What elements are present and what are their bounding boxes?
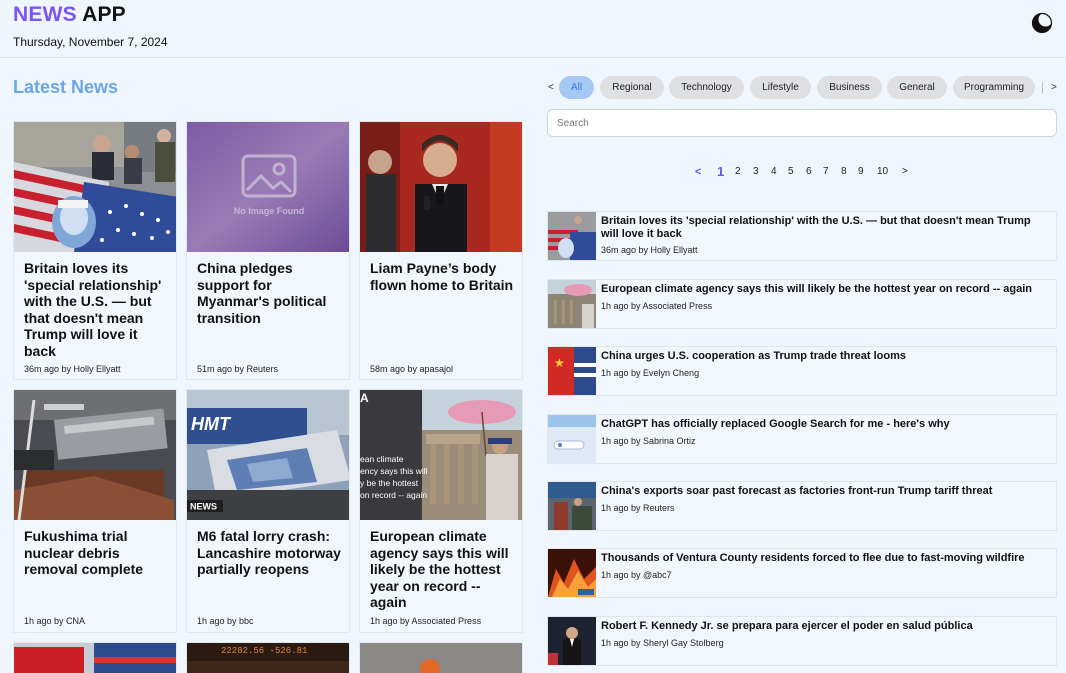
list-item-title[interactable]: European climate agency says this will l…: [601, 283, 1051, 296]
card-title[interactable]: M6 fatal lorry crash: Lancashire motorwa…: [197, 528, 343, 578]
page-6[interactable]: 6: [806, 166, 812, 177]
list-item[interactable]: ★ China urges U.S. cooperation as Trump …: [547, 346, 1057, 396]
news-card[interactable]: A ean climate ency says this will y be t…: [359, 389, 523, 633]
category-chip-programming[interactable]: Programming: [953, 76, 1035, 99]
news-badge: NEWS: [190, 502, 217, 512]
list-item-title[interactable]: ChatGPT has officially replaced Google S…: [601, 418, 1051, 431]
app-header: NEWS APP Thursday, November 7, 2024: [0, 0, 1066, 58]
list-thumbnail: [548, 212, 596, 260]
card-image: HMT NEWS: [187, 390, 349, 520]
app-logo[interactable]: NEWS APP: [13, 3, 126, 27]
list-item-meta: 1h ago by Associated Press: [601, 301, 713, 311]
no-image-label: No Image Found: [234, 206, 305, 216]
card-title[interactable]: Britain loves its 'special relationship'…: [24, 260, 170, 359]
search-input[interactable]: [547, 109, 1057, 137]
list-thumbnail: [548, 617, 596, 665]
list-item-meta: 1h ago by Sheryl Gay Stolberg: [601, 638, 724, 648]
category-chip-technology[interactable]: Technology: [669, 76, 744, 99]
overlay-caption-4: on record -- again: [360, 490, 427, 500]
card-title[interactable]: China pledges support for Myanmar's poli…: [197, 260, 343, 326]
card-meta: 1h ago by CNA: [24, 616, 86, 626]
card-meta: 1h ago by bbc: [197, 616, 254, 626]
overlay-caption-3: y be the hottest: [360, 478, 419, 488]
card-meta: 1h ago by Associated Press: [370, 616, 482, 626]
list-item-title[interactable]: Britain loves its 'special relationship'…: [601, 215, 1051, 240]
list-item-meta: 1h ago by Evelyn Cheng: [601, 368, 700, 378]
svg-text:A: A: [360, 391, 369, 405]
card-image: [14, 643, 176, 673]
category-chip-regional[interactable]: Regional: [600, 76, 664, 99]
category-chip-general[interactable]: General: [887, 76, 947, 99]
list-item[interactable]: Thousands of Ventura County residents fo…: [547, 548, 1057, 598]
card-image: A ean climate ency says this will y be t…: [360, 390, 522, 520]
list-item[interactable]: European climate agency says this will l…: [547, 279, 1057, 329]
card-title[interactable]: European climate agency says this will l…: [370, 528, 516, 611]
card-image: [14, 390, 176, 520]
card-image: [360, 643, 522, 673]
list-thumbnail: [548, 415, 596, 463]
page-2[interactable]: 2: [735, 166, 741, 177]
pagination-next[interactable]: >: [902, 166, 908, 177]
list-item-meta: 1h ago by Reuters: [601, 503, 675, 513]
latest-news-heading: Latest News: [13, 77, 119, 97]
brand-rest: APP: [82, 3, 126, 26]
card-image: [14, 122, 176, 252]
card-meta: 36m ago by Holly Ellyatt: [24, 364, 121, 374]
category-filter: < All Regional Technology Lifestyle Busi…: [546, 76, 1060, 100]
overlay-caption-2: ency says this will: [360, 466, 428, 476]
page-3[interactable]: 3: [753, 166, 759, 177]
list-item[interactable]: Britain loves its 'special relationship'…: [547, 211, 1057, 261]
list-item-meta: 1h ago by Sabrina Ortiz: [601, 436, 696, 446]
card-image: No Image Found: [187, 122, 349, 252]
news-card[interactable]: [13, 642, 177, 673]
list-item-title[interactable]: China's exports soar past forecast as fa…: [601, 485, 1051, 498]
category-prev-arrow[interactable]: <: [548, 82, 554, 93]
page-5[interactable]: 5: [788, 166, 794, 177]
page-10[interactable]: 10: [877, 166, 888, 177]
page-1[interactable]: 1: [717, 164, 724, 179]
page-7[interactable]: 7: [823, 166, 829, 177]
page-4[interactable]: 4: [771, 166, 777, 177]
list-item[interactable]: ChatGPT has officially replaced Google S…: [547, 414, 1057, 464]
list-item[interactable]: China's exports soar past forecast as fa…: [547, 481, 1057, 531]
news-card[interactable]: Fukushima trial nuclear debris removal c…: [13, 389, 177, 633]
svg-text:HMT: HMT: [191, 414, 232, 434]
current-date: Thursday, November 7, 2024: [13, 35, 168, 49]
card-image: [360, 122, 522, 252]
card-image: 22282.56 -526.81: [187, 643, 349, 673]
list-thumbnail: [548, 549, 596, 597]
card-meta: 51m ago by Reuters: [197, 364, 279, 374]
news-card[interactable]: HMT NEWS M6 fatal lorry crash: Lancashir…: [186, 389, 350, 633]
news-card[interactable]: [359, 642, 523, 673]
list-item-title[interactable]: China urges U.S. cooperation as Trump tr…: [601, 350, 1051, 363]
card-title[interactable]: Liam Payne’s body flown home to Britain: [370, 260, 516, 293]
ticker-text: 22282.56 -526.81: [221, 646, 307, 656]
page-8[interactable]: 8: [841, 166, 847, 177]
page-9[interactable]: 9: [858, 166, 864, 177]
list-item[interactable]: Robert F. Kennedy Jr. se prepara para ej…: [547, 616, 1057, 666]
news-card[interactable]: Liam Payne’s body flown home to Britain …: [359, 121, 523, 380]
list-item-meta: 36m ago by Holly Ellyatt: [601, 245, 698, 255]
category-chip-all[interactable]: All: [559, 76, 594, 99]
category-chip-lifestyle[interactable]: Lifestyle: [750, 76, 811, 99]
brand-accent: NEWS: [13, 3, 77, 26]
news-card[interactable]: Britain loves its 'special relationship'…: [13, 121, 177, 380]
news-card[interactable]: No Image Found China pledges support for…: [186, 121, 350, 380]
moon-icon[interactable]: [1031, 12, 1053, 34]
list-item-title[interactable]: Thousands of Ventura County residents fo…: [601, 552, 1051, 565]
list-thumbnail: ★: [548, 347, 596, 395]
overlay-caption-1: ean climate: [360, 454, 404, 464]
pagination-prev[interactable]: <: [695, 166, 701, 178]
list-item-title[interactable]: Robert F. Kennedy Jr. se prepara para ej…: [601, 620, 1051, 633]
list-thumbnail: [548, 280, 596, 328]
category-divider: [1042, 82, 1043, 93]
card-meta: 58m ago by apasajol: [370, 364, 454, 374]
list-thumbnail: [548, 482, 596, 530]
svg-text:★: ★: [554, 356, 565, 370]
category-next-arrow[interactable]: >: [1051, 82, 1057, 93]
card-title[interactable]: Fukushima trial nuclear debris removal c…: [24, 528, 170, 578]
category-chip-business[interactable]: Business: [817, 76, 882, 99]
news-card[interactable]: 22282.56 -526.81: [186, 642, 350, 673]
list-item-meta: 1h ago by @abc7: [601, 570, 672, 580]
